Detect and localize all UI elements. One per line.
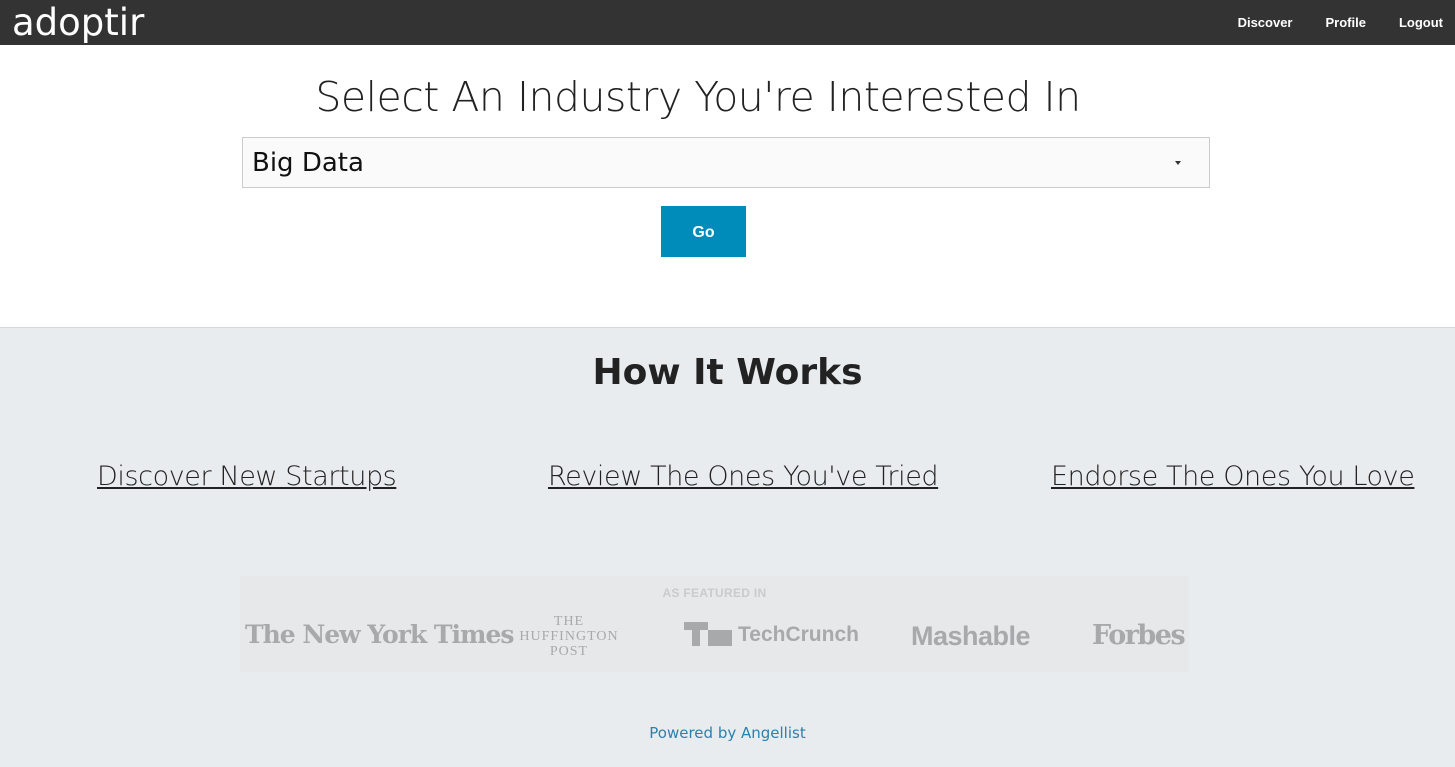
nav-logout-link[interactable]: Logout [1399,15,1443,30]
go-button[interactable]: Go [661,206,746,257]
nyt-logo: The New York Times [245,620,514,649]
nav-links: Discover Profile Logout [1218,0,1455,45]
forbes-logo: Forbes [1092,620,1186,651]
nav-discover-link[interactable]: Discover [1238,15,1293,30]
powered-by-angellist-link[interactable]: Powered by Angellist [0,724,1455,742]
featured-in-label: AS FEATURED IN [662,586,767,600]
industry-selection-section: Select An Industry You're Interested In … [0,45,1455,327]
how-it-works-title: How It Works [592,352,863,393]
discover-startups-link[interactable]: Discover New Startups [97,461,397,492]
page-title: Select An Industry You're Interested In [315,73,1081,121]
top-navigation-bar: adoptir Discover Profile Logout [0,0,1455,45]
mashable-logo: Mashable [911,621,1031,651]
nav-profile-link[interactable]: Profile [1325,15,1365,30]
techcrunch-logo-text: TechCrunch [738,623,859,646]
brand-logo-link[interactable]: adoptir [12,0,144,45]
featured-in-banner: AS FEATURED IN The New York Times THE HUF… [240,576,1189,672]
caret-down-icon [1175,161,1181,165]
review-startups-link[interactable]: Review The Ones You've Tried [548,461,939,492]
huffington-post-logo: THE HUFFINGTON POST [519,614,619,659]
how-it-works-section: How It Works Discover New Startups Revie… [0,327,1455,767]
endorse-startups-link[interactable]: Endorse The Ones You Love [1051,461,1415,492]
techcrunch-logo: TechCrunch [684,622,859,648]
industry-select-value: Big Data [252,148,364,178]
industry-select[interactable]: Big Data [242,137,1210,188]
techcrunch-mark-icon [684,622,732,648]
